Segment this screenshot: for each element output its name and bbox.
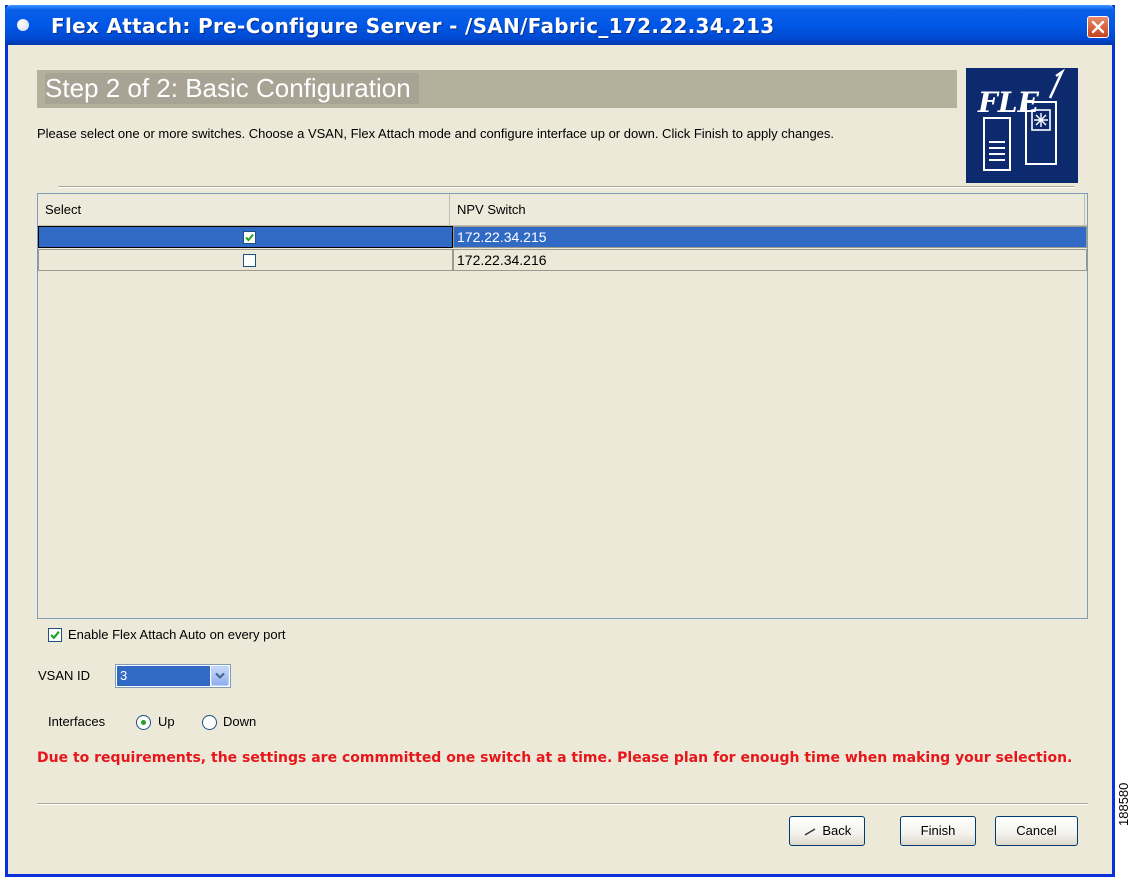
interfaces-down-radio[interactable] xyxy=(202,715,217,730)
switch-table[interactable]: Select NPV Switch 172.22.34.215 172.22.3… xyxy=(37,193,1088,619)
step-title: Step 2 of 2: Basic Configuration xyxy=(45,73,419,104)
divider xyxy=(37,803,1088,805)
flex-logo-icon: FLE xyxy=(977,68,1065,171)
select-cell[interactable] xyxy=(38,249,453,271)
table-header: Select NPV Switch xyxy=(38,194,1087,226)
enable-flex-attach-auto-label[interactable]: Enable Flex Attach Auto on every port xyxy=(68,627,286,642)
figure-number: 188580 xyxy=(1116,782,1131,826)
close-button[interactable] xyxy=(1087,16,1109,38)
row-checkbox[interactable] xyxy=(243,231,256,244)
back-arrow-icon xyxy=(804,827,816,836)
checkbox-check-icon xyxy=(245,233,254,242)
instructions-text: Please select one or more switches. Choo… xyxy=(37,126,835,141)
window-title: Flex Attach: Pre-Configure Server - /SAN… xyxy=(51,14,775,38)
interfaces-up-label[interactable]: Up xyxy=(158,714,175,729)
checkbox-check-icon xyxy=(50,630,60,640)
cancel-button-label: Cancel xyxy=(1016,823,1057,838)
step-banner: Step 2 of 2: Basic Configuration xyxy=(37,70,957,108)
radio-selected-dot xyxy=(141,720,146,725)
window-menu-icon[interactable] xyxy=(17,19,29,31)
dropdown-arrow-icon xyxy=(215,672,225,679)
table-row[interactable]: 172.22.34.215 xyxy=(38,226,1087,248)
divider xyxy=(58,186,1074,188)
back-button-label: Back xyxy=(822,823,852,838)
finish-button[interactable]: Finish xyxy=(900,816,976,846)
npv-switch-cell[interactable]: 172.22.34.215 xyxy=(453,226,1087,248)
row-checkbox[interactable] xyxy=(243,254,256,267)
interfaces-down-label[interactable]: Down xyxy=(223,714,256,729)
back-button[interactable]: Back xyxy=(789,816,865,846)
select-cell[interactable] xyxy=(38,226,453,248)
vsan-id-label: VSAN ID xyxy=(38,668,91,683)
column-header-select[interactable]: Select xyxy=(38,194,450,225)
interfaces-label: Interfaces xyxy=(48,714,106,729)
cancel-button[interactable]: Cancel xyxy=(995,816,1078,846)
close-icon xyxy=(1091,20,1105,34)
column-header-npv-switch[interactable]: NPV Switch xyxy=(450,194,1085,225)
npv-switch-cell[interactable]: 172.22.34.216 xyxy=(453,249,1087,271)
interfaces-up-radio[interactable] xyxy=(136,715,151,730)
flex-attach-logo: FLE xyxy=(966,68,1078,183)
enable-flex-attach-auto-checkbox[interactable] xyxy=(48,628,62,642)
title-bar[interactable]: Flex Attach: Pre-Configure Server - /SAN… xyxy=(5,5,1115,45)
warning-message: Due to requirements, the settings are co… xyxy=(37,750,1073,766)
table-row[interactable]: 172.22.34.216 xyxy=(38,249,1087,271)
vsan-dropdown-button[interactable] xyxy=(211,666,229,686)
vsan-id-select[interactable]: 3 xyxy=(115,664,231,688)
vsan-id-value[interactable]: 3 xyxy=(117,666,210,686)
finish-button-label: Finish xyxy=(920,823,956,838)
